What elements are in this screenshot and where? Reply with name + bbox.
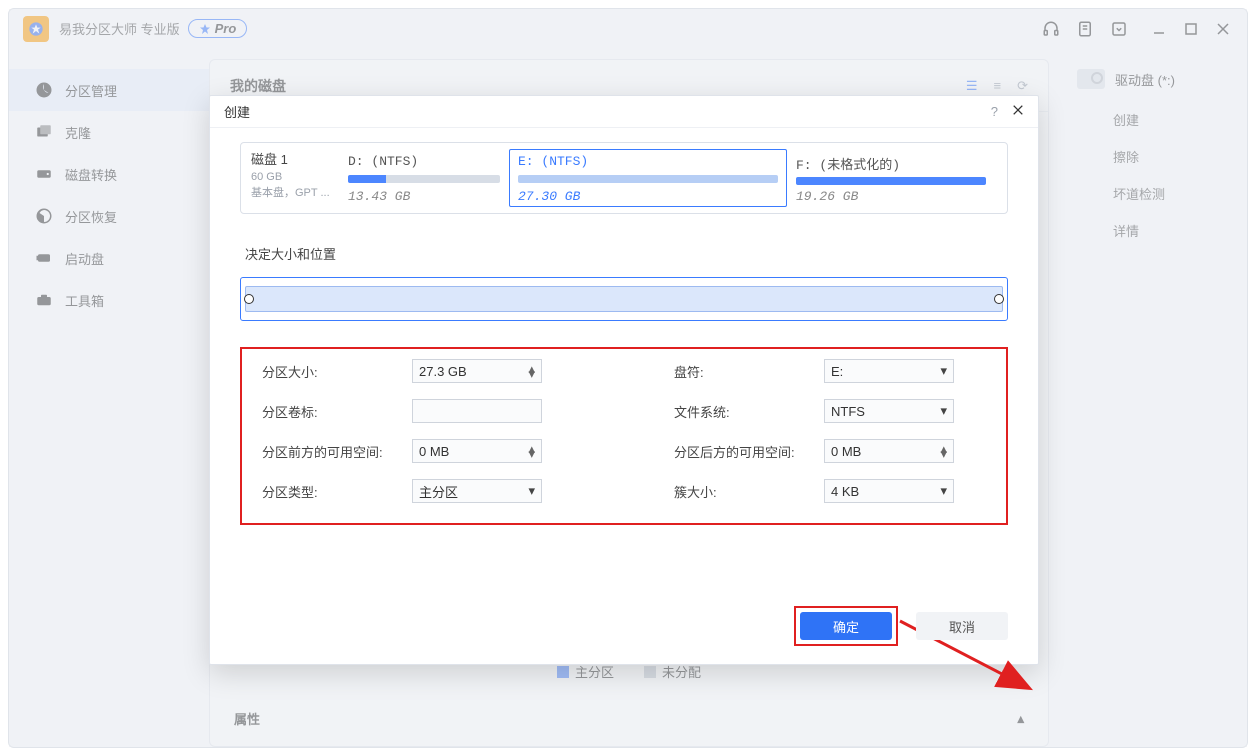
help-icon[interactable]: ? [991, 104, 998, 119]
ok-highlight-box: 确定 [794, 606, 898, 646]
partition-d[interactable]: D: (NTFS) 13.43 GB [339, 149, 509, 207]
select-type[interactable]: 主分区 ▾ [412, 479, 542, 503]
label-before: 分区前方的可用空间: [262, 442, 412, 461]
slider-handle-left[interactable] [244, 294, 254, 304]
chevron-down-icon: ▾ [940, 403, 947, 419]
partition-f[interactable]: F: (未格式化的) 19.26 GB [787, 149, 995, 207]
label-letter: 盘符: [674, 362, 824, 381]
label-cluster: 簇大小: [674, 482, 824, 501]
disk-info: 磁盘 1 60 GB 基本盘，GPT ... [247, 149, 339, 207]
create-dialog: 创建 ? 磁盘 1 60 GB 基本盘，GPT ... D: (NTFS) 13… [209, 95, 1039, 665]
label-fs: 文件系统: [674, 402, 824, 421]
chevron-down-icon: ▾ [940, 483, 947, 499]
section-label: 决定大小和位置 [245, 244, 1008, 263]
input-size[interactable]: 27.3 GB ▴▾ [412, 359, 542, 383]
slider-handle-right[interactable] [994, 294, 1004, 304]
chevron-down-icon: ▾ [528, 483, 535, 499]
size-slider[interactable] [240, 277, 1008, 321]
spinner-icon[interactable]: ▴▾ [940, 446, 947, 456]
form-highlight-box: 分区大小: 27.3 GB ▴▾ 盘符: E: ▾ 分区卷标: 文件系统: [240, 347, 1008, 525]
input-before[interactable]: 0 MB ▴▾ [412, 439, 542, 463]
select-fs[interactable]: NTFS ▾ [824, 399, 954, 423]
input-volume[interactable] [412, 399, 542, 423]
input-after[interactable]: 0 MB ▴▾ [824, 439, 954, 463]
chevron-down-icon: ▾ [940, 363, 947, 379]
label-size: 分区大小: [262, 362, 412, 381]
select-cluster[interactable]: 4 KB ▾ [824, 479, 954, 503]
label-type: 分区类型: [262, 482, 412, 501]
dialog-titlebar: 创建 ? [210, 96, 1038, 128]
ok-button[interactable]: 确定 [800, 612, 892, 640]
dialog-buttons: 确定 取消 [794, 606, 1008, 646]
spinner-icon[interactable]: ▴▾ [528, 446, 535, 456]
label-after: 分区后方的可用空间: [674, 442, 824, 461]
dialog-close-icon[interactable] [1012, 104, 1024, 119]
dialog-title: 创建 [224, 102, 250, 121]
label-volume: 分区卷标: [262, 402, 412, 421]
partition-e[interactable]: E: (NTFS) 27.30 GB [509, 149, 787, 207]
disk-map: 磁盘 1 60 GB 基本盘，GPT ... D: (NTFS) 13.43 G… [240, 142, 1008, 214]
cancel-button[interactable]: 取消 [916, 612, 1008, 640]
select-letter[interactable]: E: ▾ [824, 359, 954, 383]
spinner-icon[interactable]: ▴▾ [528, 366, 535, 376]
